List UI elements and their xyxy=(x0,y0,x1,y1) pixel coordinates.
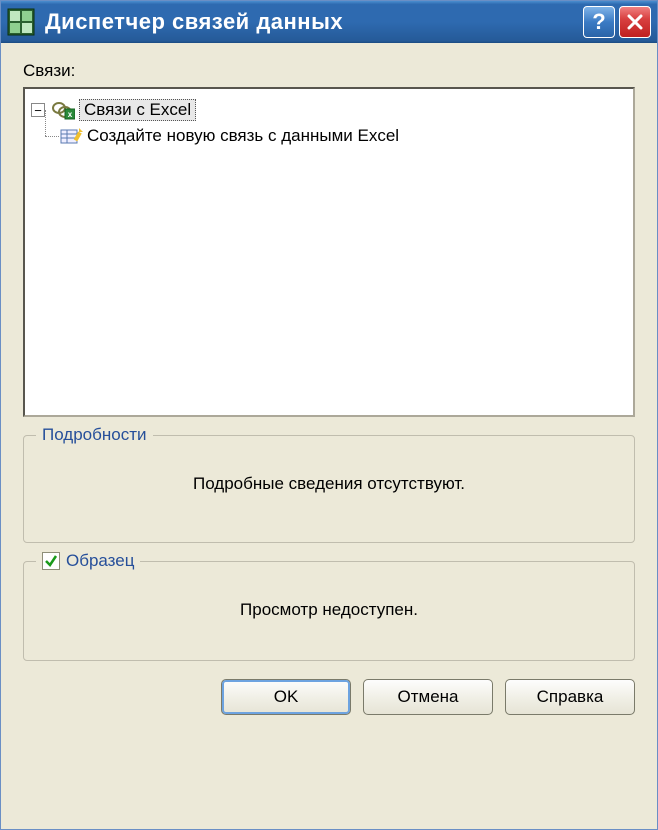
sample-groupbox: Образец Просмотр недоступен. xyxy=(23,561,635,661)
cancel-button[interactable]: Отмена xyxy=(363,679,493,715)
tree-child-label[interactable]: Создайте новую связь с данными Excel xyxy=(87,126,399,146)
details-legend: Подробности xyxy=(36,425,153,445)
titlebar-buttons: ? xyxy=(583,6,651,38)
details-groupbox: Подробности Подробные сведения отсутству… xyxy=(23,435,635,543)
details-text: Подробные сведения отсутствуют. xyxy=(36,464,622,504)
collapse-icon[interactable]: − xyxy=(31,103,45,117)
close-button[interactable] xyxy=(619,6,651,38)
sample-text: Просмотр недоступен. xyxy=(36,590,622,630)
svg-text:x: x xyxy=(68,110,73,119)
dialog-content: Связи: − x Связи с Excel xyxy=(1,43,657,829)
help-button[interactable]: ? xyxy=(583,6,615,38)
tree-root-label[interactable]: Связи с Excel xyxy=(79,99,196,121)
ok-button[interactable]: OK xyxy=(221,679,351,715)
tree-label: Связи: xyxy=(23,61,635,81)
window-title: Диспетчер связей данных xyxy=(45,9,583,35)
tree-root-row[interactable]: − x Связи с Excel xyxy=(31,97,627,123)
dialog-window: Диспетчер связей данных ? Связи: − x xyxy=(0,0,658,830)
help-button-bottom[interactable]: Справка xyxy=(505,679,635,715)
titlebar[interactable]: Диспетчер связей данных ? xyxy=(1,1,657,43)
excel-link-icon: x xyxy=(51,100,75,120)
tree-child-row[interactable]: Создайте новую связь с данными Excel xyxy=(59,123,627,149)
app-icon xyxy=(7,8,35,36)
new-link-icon xyxy=(59,126,83,146)
button-row: OK Отмена Справка xyxy=(23,679,635,715)
sample-legend: Образец xyxy=(36,551,140,571)
sample-legend-text: Образец xyxy=(66,551,134,571)
links-tree[interactable]: − x Связи с Excel xyxy=(23,87,635,417)
sample-checkbox[interactable] xyxy=(42,552,60,570)
